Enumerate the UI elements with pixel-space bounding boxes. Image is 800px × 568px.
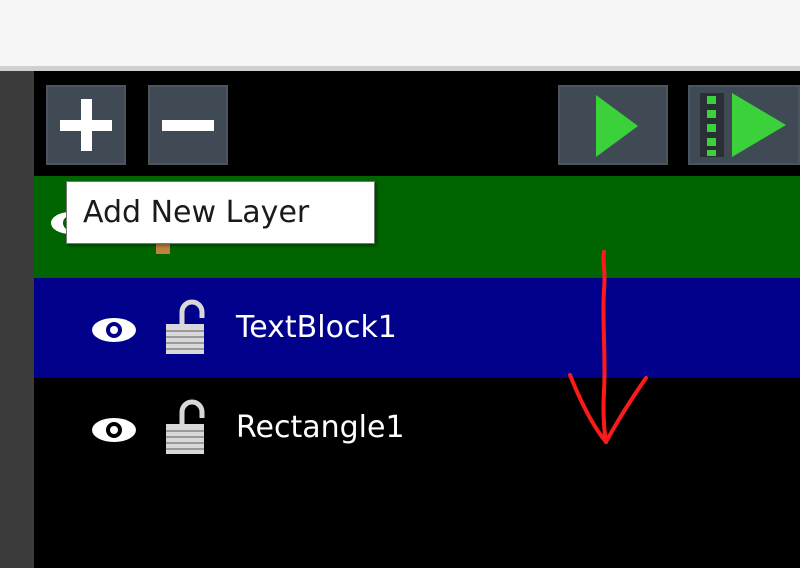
play-icon (596, 95, 638, 157)
layers-panel: TextBlock1 Rectangle1 (34, 71, 800, 568)
plus-icon (60, 99, 112, 151)
window-top-area (0, 0, 800, 66)
add-layer-tooltip: Add New Layer (66, 181, 375, 244)
minus-icon (162, 120, 214, 131)
play-frames-icon (700, 93, 786, 157)
layer-name: TextBlock1 (236, 310, 397, 345)
red-arrow-annotation (568, 250, 648, 444)
play-frames-button[interactable] (688, 85, 800, 165)
eye-icon[interactable] (90, 416, 138, 444)
unlocked-padlock-icon[interactable] (160, 298, 208, 356)
left-dock-edge (0, 71, 34, 568)
play-button[interactable] (558, 85, 668, 165)
layer-row-textblock1[interactable]: TextBlock1 (34, 278, 800, 378)
layer-name: Rectangle1 (236, 410, 405, 445)
layer-row-rectangle1[interactable]: Rectangle1 (34, 378, 800, 478)
add-layer-button[interactable] (46, 85, 126, 165)
remove-layer-button[interactable] (148, 85, 228, 165)
unlocked-padlock-icon[interactable] (160, 398, 208, 456)
eye-icon[interactable] (90, 316, 138, 344)
